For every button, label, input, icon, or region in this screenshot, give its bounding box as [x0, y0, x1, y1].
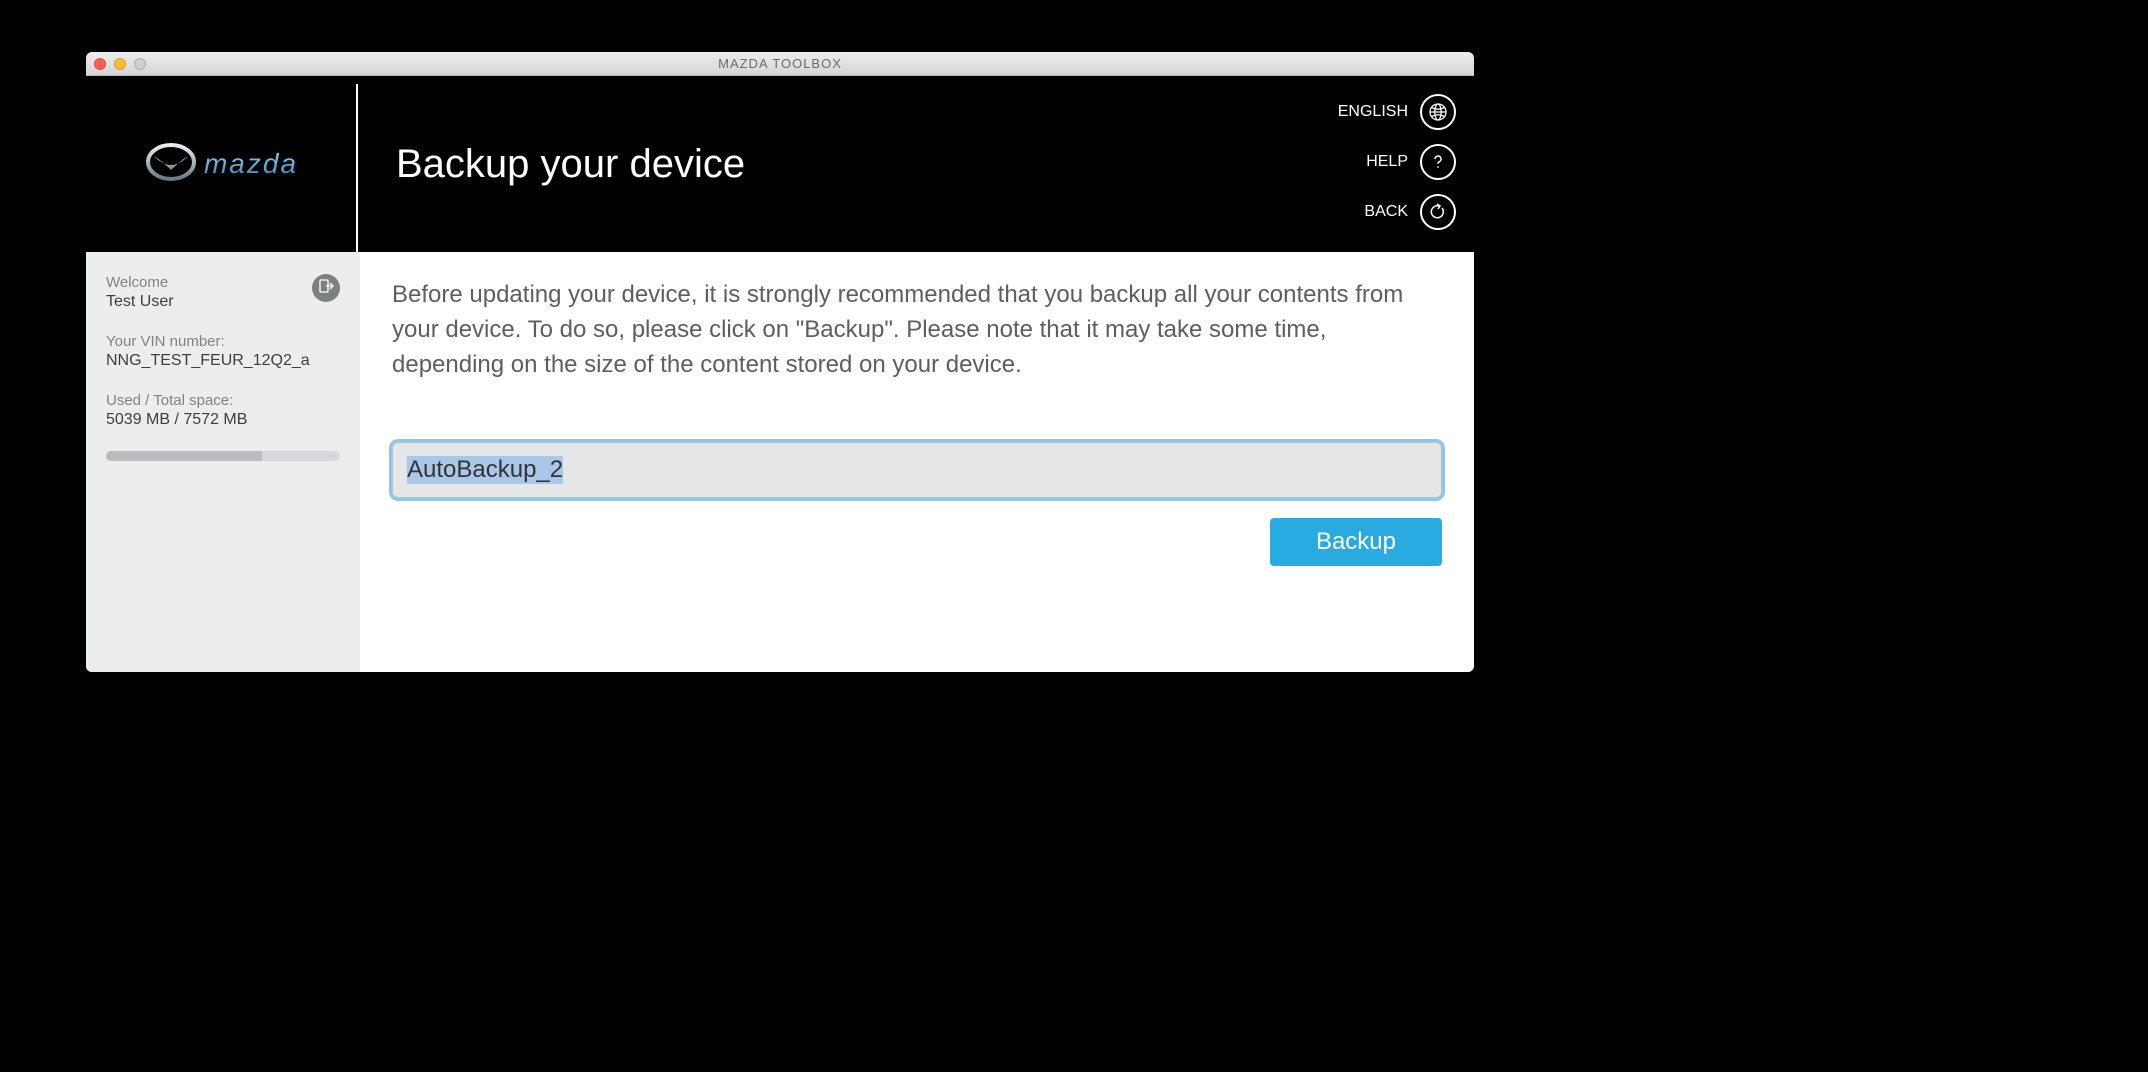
help-label: HELP [1366, 153, 1408, 171]
titlebar: MAZDA TOOLBOX [86, 52, 1474, 76]
back-arrow-icon [1420, 194, 1456, 230]
sidebar-vin-block: Your VIN number: NNG_TEST_FEUR_12Q2_a [106, 333, 340, 370]
backup-description: Before updating your device, it is stron… [392, 278, 1442, 382]
logo-area: mazda [86, 76, 360, 252]
app-window: MAZDA TOOLBOX [86, 52, 1474, 672]
sidebar: Welcome Test User Your VIN number: NNG_T… [86, 252, 360, 672]
logout-button[interactable] [312, 274, 340, 302]
space-usage-fill [106, 451, 262, 461]
space-label: Used / Total space: [106, 392, 340, 409]
language-label: ENGLISH [1338, 103, 1408, 121]
back-button[interactable]: BACK [1364, 194, 1456, 230]
brand-name: mazda [204, 148, 298, 180]
help-button[interactable]: HELP [1366, 144, 1456, 180]
sidebar-space-block: Used / Total space: 5039 MB / 7572 MB [106, 392, 340, 429]
logout-icon [318, 278, 334, 298]
app-header: mazda Backup your device ENGLISH [86, 76, 1474, 252]
backup-button[interactable]: Backup [1270, 518, 1442, 566]
globe-icon [1420, 94, 1456, 130]
header-actions: ENGLISH HELP [1338, 94, 1456, 230]
window-title: MAZDA TOOLBOX [86, 56, 1474, 71]
header-divider [356, 84, 358, 260]
vin-label: Your VIN number: [106, 333, 340, 350]
vin-value: NNG_TEST_FEUR_12Q2_a [106, 352, 340, 370]
main-content: Before updating your device, it is stron… [360, 252, 1474, 672]
welcome-label: Welcome [106, 274, 340, 291]
page-title: Backup your device [360, 76, 1474, 252]
space-usage-bar [106, 451, 340, 461]
backup-name-input[interactable] [392, 442, 1442, 498]
sidebar-welcome-block: Welcome Test User [106, 274, 340, 311]
back-label: BACK [1364, 203, 1408, 221]
mazda-logo-icon [146, 142, 196, 187]
language-button[interactable]: ENGLISH [1338, 94, 1456, 130]
question-icon [1420, 144, 1456, 180]
user-name: Test User [106, 293, 340, 311]
space-value: 5039 MB / 7572 MB [106, 411, 340, 429]
